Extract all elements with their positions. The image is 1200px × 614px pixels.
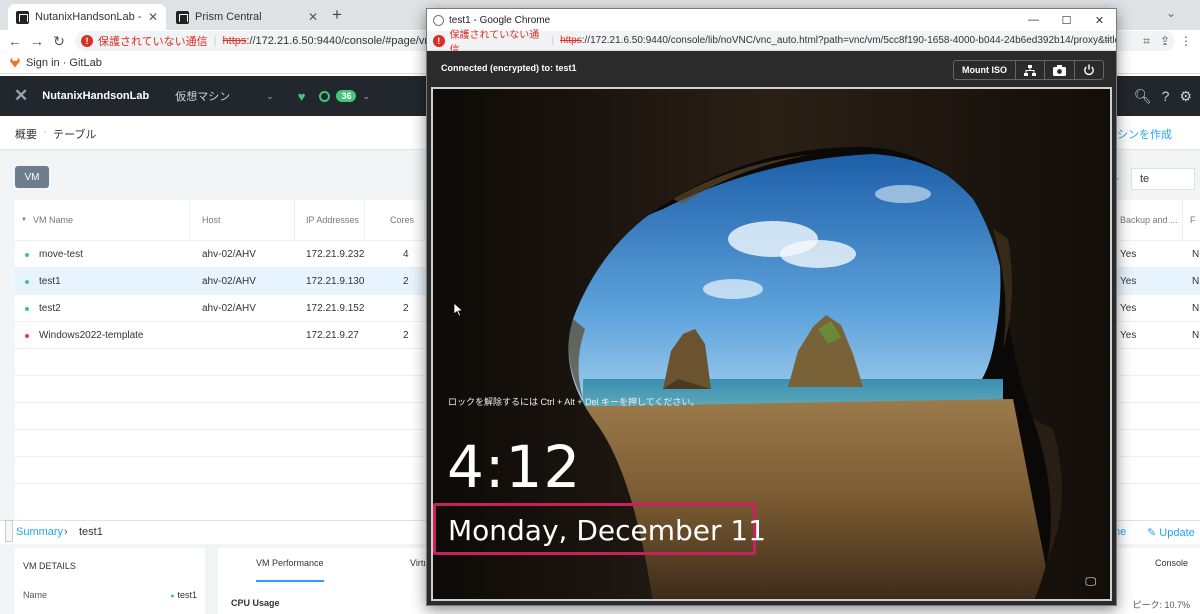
nutanix-favicon-icon <box>16 10 29 24</box>
status-dot-icon <box>25 306 29 311</box>
tab-table[interactable]: テーブル <box>53 126 97 153</box>
panel-resize-handle[interactable] <box>5 520 13 542</box>
tab-console[interactable]: Console <box>1155 558 1188 568</box>
breadcrumb-vm-name: test1 <box>79 526 103 538</box>
mouse-cursor-icon <box>454 303 464 317</box>
status-dot-icon <box>25 252 29 257</box>
share-icon[interactable]: ⇪ <box>1160 34 1170 48</box>
tab-overview[interactable]: 概要 <box>15 126 37 142</box>
forward-arrow-icon[interactable]: → <box>26 33 48 49</box>
column-header-cores[interactable]: Cores <box>365 200 425 240</box>
tab-vm-performance[interactable]: VM Performance <box>256 558 324 582</box>
new-tab-button[interactable]: + <box>332 5 342 25</box>
not-secure-icon: ! <box>433 34 445 47</box>
column-header-host[interactable]: Host <box>190 200 295 240</box>
vm-details-panel: VM DETAILS Name test1 <box>15 548 205 614</box>
page-selector[interactable]: 仮想マシン <box>175 88 230 104</box>
gitlab-icon <box>10 57 20 68</box>
sort-icon: ▼ <box>21 217 27 223</box>
network-monitor-icon[interactable]: 🖵︎ <box>1085 576 1096 589</box>
power-icon[interactable] <box>1075 61 1103 79</box>
vm-details-header: VM DETAILS <box>23 561 76 571</box>
nutanix-favicon-icon <box>176 10 189 24</box>
update-link[interactable]: ✎ Update <box>1147 526 1195 539</box>
help-icon[interactable]: ? <box>1162 88 1170 104</box>
search-input[interactable]: te <box>1131 168 1195 190</box>
vnc-button-group: Mount ISO <box>953 60 1104 80</box>
status-dot-icon <box>25 333 29 338</box>
close-tab-icon[interactable]: ✕ <box>308 10 318 24</box>
tab-prism-element[interactable]: NutanixHandsonLab - Prism Ele ✕ <box>8 4 166 30</box>
lockscreen-date: Monday, December 11 <box>448 514 767 547</box>
vnc-screen[interactable]: ロックを解除するには Ctrl + Alt + Del キーを押してください。 … <box>431 87 1112 601</box>
name-label: Name <box>23 590 48 600</box>
settings-gear-icon[interactable]: ⚙ <box>1179 88 1192 105</box>
column-header-f[interactable]: F <box>1183 200 1200 240</box>
summary-link[interactable]: Summary <box>16 526 63 538</box>
chevron-down-icon[interactable]: ⌄ <box>266 91 274 102</box>
breadcrumb-separator: › <box>64 526 68 538</box>
alert-ring-icon[interactable] <box>319 90 331 102</box>
header-right-icons: 🔍︎ ? ⚙ <box>1134 76 1192 116</box>
minimize-icon[interactable]: — <box>1017 9 1050 31</box>
vnc-toolbar: Connected (encrypted) to: test1 Mount IS… <box>427 51 1116 87</box>
camera-icon[interactable] <box>1045 61 1075 79</box>
health-heart-icon[interactable]: ♥ <box>298 89 306 104</box>
window-controls: — ☐ ✕ <box>1017 9 1116 31</box>
alert-count-badge[interactable]: 36 <box>336 90 357 102</box>
close-tab-icon[interactable]: ✕ <box>148 10 158 24</box>
maximize-icon[interactable]: ☐ <box>1050 9 1083 31</box>
network-tree-icon[interactable] <box>1016 61 1045 79</box>
unlock-instruction: ロックを解除するには Ctrl + Alt + Del キーを押してください。 <box>448 397 700 407</box>
reload-icon[interactable]: ↻ <box>48 33 70 50</box>
tab-search-chevron-icon[interactable]: ⌄ <box>1166 6 1176 20</box>
vnc-connection-status: Connected (encrypted) to: test1 <box>441 63 577 73</box>
tab-prism-central[interactable]: Prism Central ✕ <box>168 4 326 30</box>
column-header-backup[interactable]: Backup and ... <box>1113 200 1183 240</box>
popup-address-bar[interactable]: ! 保護されていない通信 | https ://172.21.6.50:9440… <box>427 30 1116 56</box>
chevron-down-icon[interactable]: ⌄ <box>362 91 370 102</box>
cpu-peak-value: ピーク: 10.7% <box>1132 600 1190 610</box>
subnav-separator: · <box>43 126 47 138</box>
status-dot-icon <box>25 279 29 284</box>
lockscreen-time: 4:12 <box>447 433 582 501</box>
back-arrow-icon[interactable]: ← <box>4 33 26 49</box>
toolbar-right-icons: ⌗ ⇪ ⋮ <box>1143 30 1192 52</box>
nutanix-logo-icon[interactable]: ✕ <box>14 86 28 106</box>
not-secure-icon: ! <box>81 35 93 47</box>
translate-icon[interactable]: ⌗ <box>1104 35 1110 46</box>
cluster-name[interactable]: NutanixHandsonLab <box>42 90 149 102</box>
translate-icon[interactable]: ⌗ <box>1143 34 1150 49</box>
bookmark-gitlab[interactable]: Sign in · GitLab <box>26 57 102 69</box>
column-header-vm-name[interactable]: ▼ VM Name <box>15 200 190 240</box>
name-value: test1 <box>170 590 197 600</box>
popup-title: test1 - Google Chrome <box>449 14 551 26</box>
column-header-ip[interactable]: IP Addresses <box>295 200 365 240</box>
search-icon[interactable]: 🔍︎ <box>1134 88 1152 105</box>
cpu-usage-label: CPU Usage <box>231 598 280 608</box>
mount-iso-button[interactable]: Mount ISO <box>954 61 1016 79</box>
console-popup-window: test1 - Google Chrome — ☐ ✕ ! 保護されていない通信… <box>426 8 1117 606</box>
vm-button[interactable]: VM <box>15 166 49 188</box>
menu-icon[interactable]: ⋮ <box>1180 34 1192 48</box>
chrome-icon <box>433 14 444 26</box>
close-icon[interactable]: ✕ <box>1083 9 1116 31</box>
